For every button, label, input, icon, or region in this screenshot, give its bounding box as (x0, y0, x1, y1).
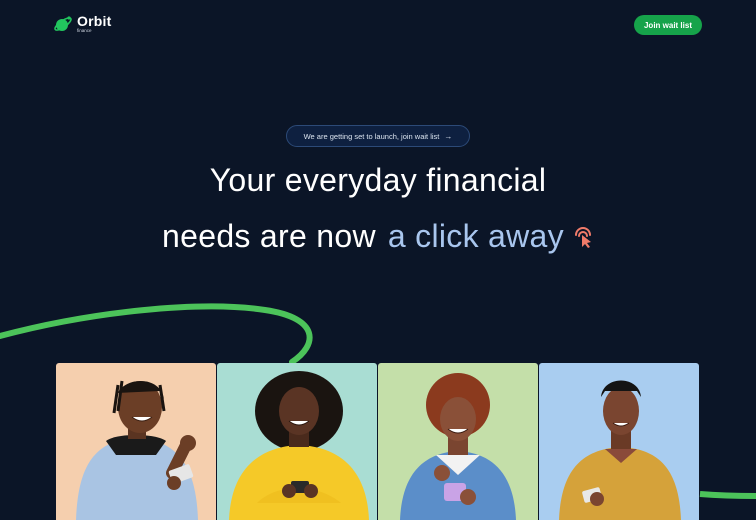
photo-card-4 (539, 363, 699, 520)
photo-card-3 (378, 363, 538, 520)
announcement-pill[interactable]: We are getting set to launch, join wait … (286, 125, 470, 147)
brand-logo[interactable]: Orbit finance (53, 14, 111, 34)
hero-headline-line2: needs are now a click away (0, 218, 756, 255)
announcement-text: We are getting set to launch, join wait … (303, 131, 440, 141)
orbit-logo-icon (54, 16, 72, 31)
photo-card-2 (217, 363, 377, 520)
hero-headline-line1: Your everyday financial (209, 162, 547, 198)
join-wait-list-button[interactable]: Join wait list (634, 15, 702, 35)
person-yellow-sweater-illustration (229, 371, 369, 520)
arrow-right-icon: → (444, 131, 453, 141)
brand-subname: finance (77, 28, 92, 34)
photo-cards (56, 363, 699, 520)
hero-headline-accent: a click away (387, 218, 564, 254)
brand-name: Orbit (77, 13, 112, 30)
person-mustard-sweater-illustration (559, 380, 681, 520)
person-celebrating-illustration (76, 380, 198, 520)
hero-headline-plain: needs are now (162, 218, 376, 254)
pointer-click-icon (574, 226, 591, 248)
person-smiling-illustration (400, 373, 516, 520)
photo-card-1 (56, 363, 216, 520)
